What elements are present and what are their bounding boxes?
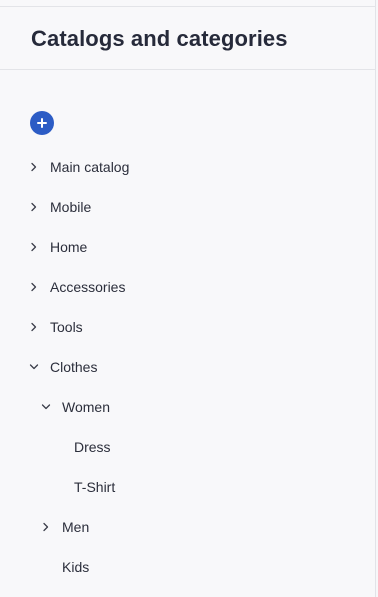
tree-item-label: Main catalog (50, 159, 130, 175)
plus-icon (37, 118, 47, 128)
tree-item-label: Tools (50, 319, 83, 335)
chevron-right-icon[interactable] (29, 282, 39, 292)
tree-item-label: Home (50, 239, 88, 255)
category-tree: Main catalog Mobile Home Accessories Tools Cl… (0, 147, 376, 587)
tree-item-men[interactable]: Men (0, 507, 376, 547)
tree-item-home[interactable]: Home (0, 227, 376, 267)
tree-item-label: Dress (74, 439, 111, 455)
chevron-right-icon[interactable] (41, 522, 51, 532)
tree-item-label: Women (62, 399, 110, 415)
page-title: Catalogs and categories (31, 26, 288, 51)
tree-item-label: Mobile (50, 199, 92, 215)
chevron-down-icon[interactable] (41, 402, 51, 412)
tree-item-label: T-Shirt (74, 479, 116, 495)
chevron-right-icon[interactable] (29, 242, 39, 252)
tree-item-t-shirt[interactable]: T-Shirt (0, 467, 376, 507)
tree-item-label: Kids (62, 559, 90, 575)
tree-item-label: Accessories (50, 279, 126, 295)
chevron-down-icon[interactable] (29, 362, 39, 372)
chevron-right-icon[interactable] (29, 202, 39, 212)
chevron-right-icon[interactable] (29, 322, 39, 332)
tree-item-kids[interactable]: Kids (0, 547, 376, 587)
add-catalog-button[interactable] (30, 111, 54, 135)
tree-item-women[interactable]: Women (0, 387, 376, 427)
tree-item-mobile[interactable]: Mobile (0, 187, 376, 227)
tree-item-label: Clothes (50, 359, 98, 375)
catalog-panel: Catalogs and categories Main catalog Mobi… (0, 0, 376, 597)
chevron-right-icon[interactable] (29, 162, 39, 172)
tree-item-tools[interactable]: Tools (0, 307, 376, 347)
tree-item-label: Men (62, 519, 90, 535)
panel-header: Catalogs and categories (0, 7, 376, 70)
tree-item-dress[interactable]: Dress (0, 427, 376, 467)
tree-item-clothes[interactable]: Clothes (0, 347, 376, 387)
tree-item-accessories[interactable]: Accessories (0, 267, 376, 307)
tree-item-main-catalog[interactable]: Main catalog (0, 147, 376, 187)
